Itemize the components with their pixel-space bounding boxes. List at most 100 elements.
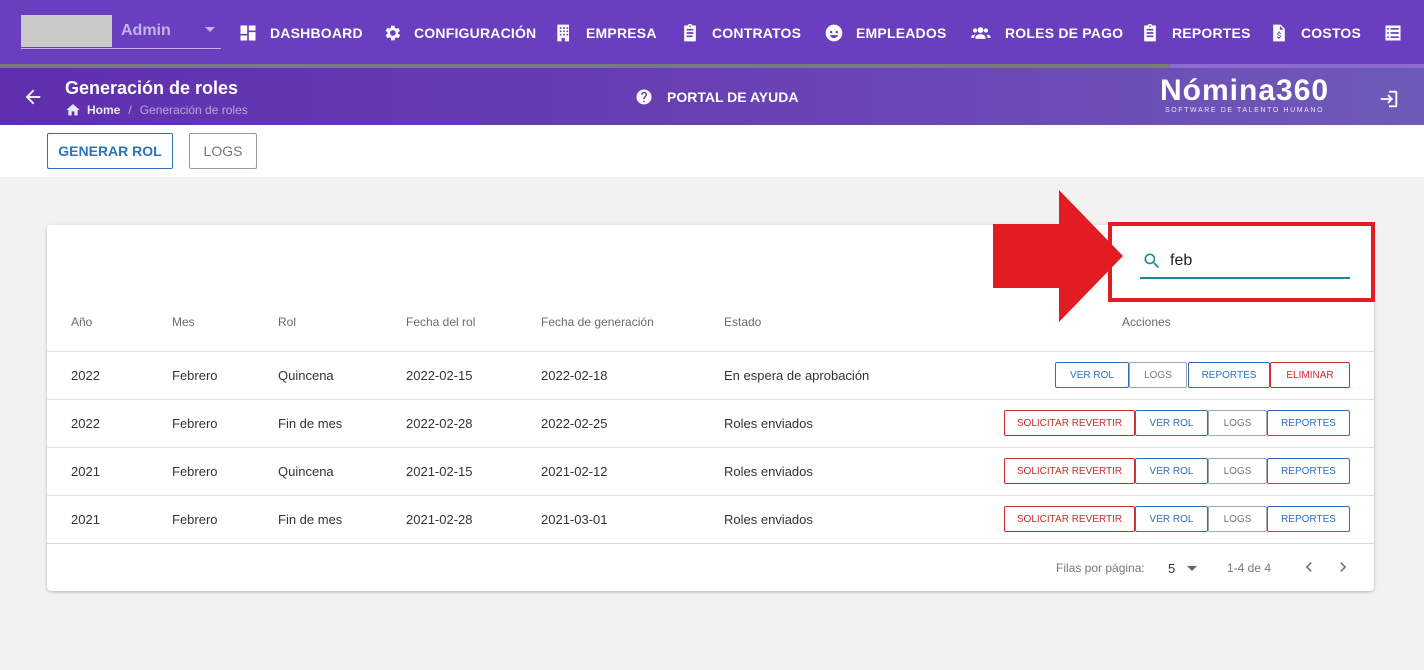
column-header-fecha-rol[interactable]: Fecha del rol — [406, 315, 475, 329]
rows-per-page-label: Filas por página: — [1056, 561, 1145, 575]
reportes-button[interactable]: REPORTES — [1267, 458, 1350, 484]
list-icon — [1385, 25, 1401, 41]
column-header-acciones: Acciones — [1122, 315, 1171, 329]
table-row: 2021 Febrero Quincena 2021-02-15 2021-02… — [47, 447, 1374, 495]
page-header: Generación de roles Home / Generación de… — [0, 68, 1424, 125]
user-name: Admin — [121, 21, 171, 39]
nav-costos[interactable]: COSTOS — [1269, 0, 1361, 66]
chevron-left-icon — [1305, 562, 1312, 572]
table-row: 2022 Febrero Fin de mes 2022-02-28 2022-… — [47, 399, 1374, 447]
nav-roles-de-pago-label: ROLES DE PAGO — [1005, 25, 1124, 41]
next-page-button[interactable] — [1333, 557, 1353, 577]
cell-fecha-rol: 2021-02-15 — [406, 464, 473, 479]
nav-empleados[interactable]: EMPLEADOS — [824, 0, 946, 66]
action-toolbar: GENERAR ROL LOGS — [0, 125, 1424, 177]
cell-mes: Febrero — [172, 464, 218, 479]
brand-name: Nómina360 — [1160, 74, 1330, 107]
row-logs-button[interactable]: LOGS — [1208, 410, 1267, 436]
column-header-anio[interactable]: Año — [71, 315, 92, 329]
rows-per-page-value: 5 — [1168, 560, 1176, 576]
face-icon — [825, 24, 843, 42]
nav-reportes-label: REPORTES — [1172, 25, 1251, 41]
chevron-right-icon — [1340, 562, 1347, 572]
solicitar-revertir-button[interactable]: SOLICITAR REVERTIR — [1004, 410, 1135, 436]
home-icon — [66, 104, 80, 116]
group-icon — [971, 27, 991, 39]
chevron-down-icon — [205, 27, 215, 32]
brand-tagline: SOFTWARE DE TALENTO HUMANO — [1164, 107, 1325, 114]
arrow-left-icon — [25, 89, 41, 105]
ver-rol-button[interactable]: VER ROL — [1135, 458, 1208, 484]
cell-fecha-generacion: 2021-03-01 — [541, 512, 608, 527]
cell-fecha-generacion: 2021-02-12 — [541, 464, 608, 479]
row-logs-button[interactable]: LOGS — [1208, 458, 1267, 484]
cell-rol: Fin de mes — [278, 416, 343, 431]
help-portal-link[interactable]: PORTAL DE AYUDA — [635, 88, 798, 106]
reportes-button[interactable]: REPORTES — [1267, 506, 1350, 532]
nav-configuracion[interactable]: CONFIGURACIÓN — [382, 0, 536, 66]
help-circle-icon — [636, 89, 652, 105]
logout-icon — [1380, 90, 1398, 108]
table-row: 2021 Febrero Fin de mes 2021-02-28 2021-… — [47, 495, 1374, 543]
nav-configuracion-label: CONFIGURACIÓN — [414, 25, 537, 41]
ver-rol-button[interactable]: VER ROL — [1055, 362, 1129, 388]
nav-roles-de-pago[interactable]: ROLES DE PAGO — [968, 0, 1123, 66]
building-icon — [557, 24, 569, 42]
callout-arrow — [993, 190, 1123, 322]
row-logs-button[interactable]: LOGS — [1129, 362, 1187, 388]
ver-rol-button[interactable]: VER ROL — [1135, 410, 1208, 436]
dashboard-icon — [240, 25, 256, 41]
table-row: 2022 Febrero Quincena 2022-02-15 2022-02… — [47, 351, 1374, 399]
cell-anio: 2022 — [71, 368, 100, 383]
cell-estado: En espera de aprobación — [724, 368, 870, 383]
breadcrumb-home[interactable]: Home — [87, 103, 120, 117]
cell-mes: Febrero — [172, 512, 218, 527]
reportes-button[interactable]: REPORTES — [1267, 410, 1350, 436]
cell-fecha-rol: 2021-02-28 — [406, 512, 473, 527]
row-logs-button[interactable]: LOGS — [1208, 506, 1267, 532]
breadcrumb: Home / Generación de roles — [65, 102, 248, 118]
clipboard-list-icon — [1144, 23, 1156, 42]
gear-icon — [385, 25, 401, 41]
cell-estado: Roles enviados — [724, 512, 813, 527]
cell-anio: 2021 — [71, 512, 100, 527]
solicitar-revertir-button[interactable]: SOLICITAR REVERTIR — [1004, 506, 1135, 532]
pagination-range: 1-4 de 4 — [1227, 561, 1272, 575]
breadcrumb-current: Generación de roles — [139, 103, 248, 117]
top-nav-bar: Admin DASHBOARD CONFIGURACIÓN EMPRESA CO… — [0, 0, 1424, 66]
nav-contratos[interactable]: CONTRATOS — [680, 0, 801, 66]
nav-empleados-label: EMPLEADOS — [856, 25, 947, 41]
solicitar-revertir-button[interactable]: SOLICITAR REVERTIR — [1004, 458, 1135, 484]
eliminar-button[interactable]: ELIMINAR — [1270, 362, 1350, 388]
rows-per-page-select[interactable]: 5 — [1168, 556, 1212, 580]
column-header-fecha-generacion[interactable]: Fecha de generación — [541, 315, 654, 329]
cell-mes: Febrero — [172, 368, 218, 383]
brand-logo: Nómina360 SOFTWARE DE TALENTO HUMANO — [1160, 74, 1330, 115]
reportes-button[interactable]: REPORTES — [1188, 362, 1270, 388]
generar-rol-button[interactable]: GENERAR ROL — [47, 133, 173, 169]
logs-button[interactable]: LOGS — [189, 133, 257, 169]
column-header-mes[interactable]: Mes — [172, 315, 195, 329]
user-selector[interactable]: Admin — [21, 13, 221, 49]
nav-empresa[interactable]: EMPRESA — [554, 0, 657, 66]
nav-dashboard[interactable]: DASHBOARD — [238, 0, 363, 66]
nav-reportes[interactable]: REPORTES — [1140, 0, 1251, 66]
cell-anio: 2022 — [71, 416, 100, 431]
help-portal-label: PORTAL DE AYUDA — [667, 89, 799, 105]
nav-empresa-label: EMPRESA — [586, 25, 657, 41]
column-header-rol[interactable]: Rol — [278, 315, 296, 329]
back-button[interactable] — [22, 86, 44, 108]
page-title: Generación de roles — [65, 78, 239, 98]
previous-page-button[interactable] — [1299, 557, 1319, 577]
logout-button[interactable] — [1378, 88, 1400, 110]
column-header-estado[interactable]: Estado — [724, 315, 761, 329]
cell-rol: Quincena — [278, 368, 334, 383]
ver-rol-button[interactable]: VER ROL — [1135, 506, 1208, 532]
cell-mes: Febrero — [172, 416, 218, 431]
nav-dashboard-label: DASHBOARD — [270, 25, 363, 41]
cell-estado: Roles enviados — [724, 464, 813, 479]
cell-fecha-rol: 2022-02-15 — [406, 368, 473, 383]
nav-more[interactable] — [1383, 0, 1403, 66]
cell-rol: Quincena — [278, 464, 334, 479]
table-footer-divider — [47, 543, 1374, 544]
